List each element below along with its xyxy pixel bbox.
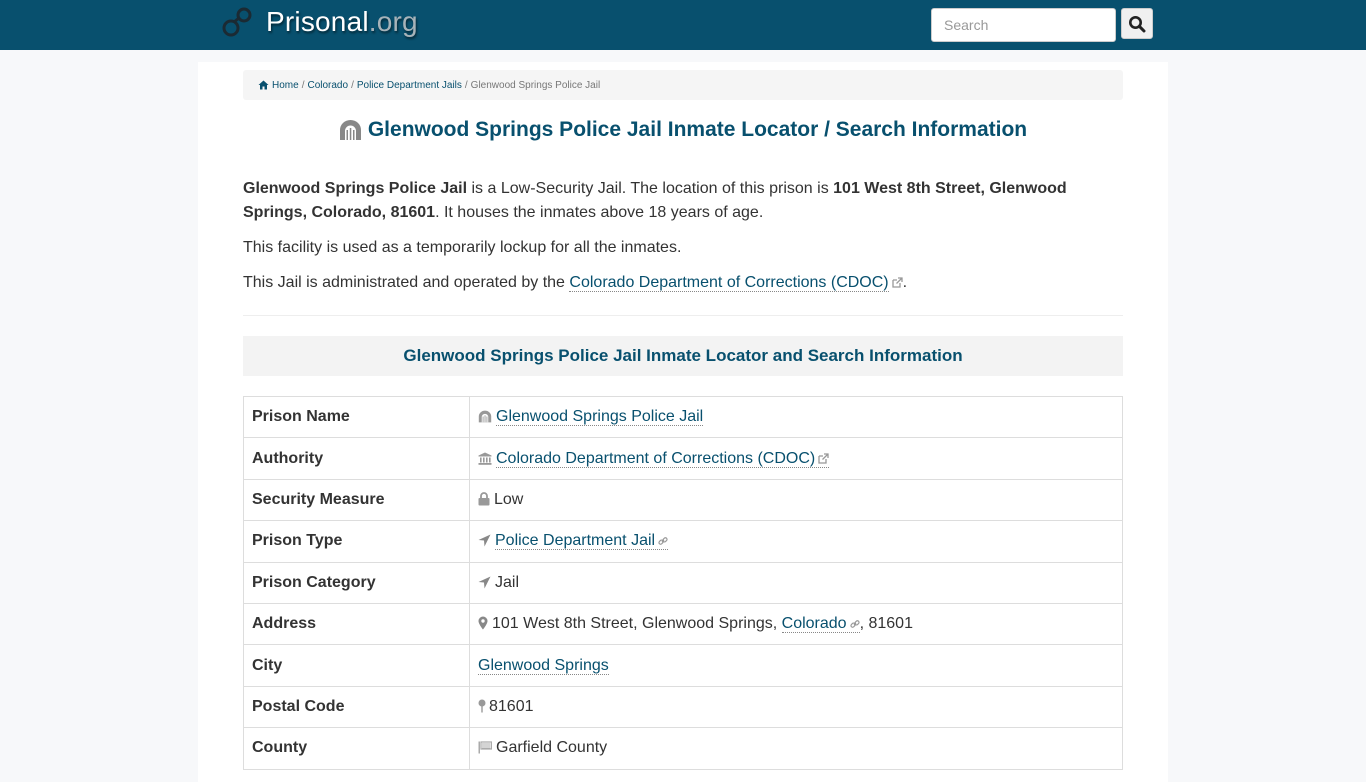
breadcrumb-home[interactable]: Home xyxy=(272,80,299,91)
search-input[interactable] xyxy=(931,8,1116,42)
location-arrow-icon xyxy=(478,576,491,589)
postal-code: 81601 xyxy=(489,697,534,715)
row-label: Postal Code xyxy=(243,685,470,729)
table-row: Prison Type Police Department Jail xyxy=(243,520,1123,563)
pushpin-icon xyxy=(478,699,486,713)
authority-table-link[interactable]: Colorado Department of Corrections (CDOC… xyxy=(496,449,830,468)
row-label: Prison Name xyxy=(243,395,470,439)
row-value: 101 West 8th Street, Glenwood Springs, C… xyxy=(469,602,1123,646)
breadcrumb-separator: / xyxy=(464,79,468,91)
state-link[interactable]: Colorado xyxy=(781,615,860,634)
table-row: Authority Colorado Department of Correct… xyxy=(243,437,1123,480)
institution-icon xyxy=(478,452,492,465)
intro-text-c: This Jail is administrated and operated … xyxy=(243,274,570,291)
site-logo-link[interactable]: Prisonal.org xyxy=(222,6,418,38)
prison-gate-icon xyxy=(339,120,361,140)
brand-name: Prisonal.org xyxy=(266,6,418,37)
security-level: Low xyxy=(494,490,524,508)
search-icon xyxy=(1129,15,1146,32)
row-value: Police Department Jail xyxy=(469,520,1123,563)
row-value: Colorado Department of Corrections (CDOC… xyxy=(469,437,1123,480)
row-label: Prison Type xyxy=(243,520,470,563)
table-row: Address 101 West 8th Street, Glenwood Sp… xyxy=(243,602,1123,646)
table-row: Security Measure Low xyxy=(243,478,1123,522)
location-arrow-icon xyxy=(478,534,491,547)
handcuffs-icon xyxy=(222,7,252,37)
table-row: Prison Category Jail xyxy=(243,561,1123,604)
prison-type-link[interactable]: Police Department Jail xyxy=(495,532,669,551)
facility-info-table: Prison Name Glenwood Springs Police Jail… xyxy=(243,395,1123,770)
divider xyxy=(243,315,1123,316)
table-row: City Glenwood Springs xyxy=(243,644,1123,687)
table-row: Postal Code 81601 xyxy=(243,685,1123,729)
authority-link[interactable]: Colorado Department of Corrections (CDOC… xyxy=(569,274,889,292)
breadcrumb-separator: / xyxy=(351,79,354,91)
flag-icon xyxy=(478,741,492,754)
row-value: Garfield County xyxy=(469,727,1123,770)
link-icon xyxy=(658,537,668,545)
row-label: Prison Category xyxy=(243,561,470,604)
breadcrumb-colorado[interactable]: Colorado xyxy=(307,80,348,91)
map-marker-icon xyxy=(478,616,488,630)
page-title: Glenwood Springs Police Jail Inmate Loca… xyxy=(243,118,1123,142)
intro-paragraph-3: This Jail is administrated and operated … xyxy=(243,271,1123,295)
home-icon xyxy=(258,80,269,90)
address-zip: , 81601 xyxy=(859,615,913,633)
section-heading: Glenwood Springs Police Jail Inmate Loca… xyxy=(243,336,1123,376)
table-row: Prison Name Glenwood Springs Police Jail xyxy=(243,395,1123,439)
intro-text: Glenwood Springs Police Jail is a Low-Se… xyxy=(243,177,1123,295)
intro-text-b: . It houses the inmates above 18 years o… xyxy=(435,204,764,221)
breadcrumb-current: Glenwood Springs Police Jail xyxy=(470,79,601,91)
prison-category: Jail xyxy=(495,573,520,591)
link-icon xyxy=(849,620,860,628)
intro-text-a: is a Low-Security Jail. The location of … xyxy=(467,180,834,197)
row-value: Jail xyxy=(469,561,1123,604)
address-street: 101 West 8th Street, Glenwood Springs, xyxy=(492,615,782,633)
city-link[interactable]: Glenwood Springs xyxy=(478,656,609,675)
authority-text: Colorado Department of Corrections (CDOC… xyxy=(496,449,816,467)
row-label: Address xyxy=(243,602,470,646)
facility-name-bold: Glenwood Springs Police Jail xyxy=(243,180,468,197)
row-value: Glenwood Springs xyxy=(469,644,1123,687)
prison-gate-icon xyxy=(478,410,492,423)
search-form xyxy=(931,8,1153,42)
row-value: Low xyxy=(469,478,1123,522)
intro-paragraph-1: Glenwood Springs Police Jail is a Low-Se… xyxy=(243,177,1123,225)
external-link-icon xyxy=(891,277,903,288)
table-row: County Garfield County xyxy=(243,727,1123,770)
breadcrumb-police-department-jails[interactable]: Police Department Jails xyxy=(357,80,462,91)
page-title-text: Glenwood Springs Police Jail Inmate Loca… xyxy=(367,118,1028,141)
row-value: Glenwood Springs Police Jail xyxy=(469,395,1123,439)
search-button[interactable] xyxy=(1121,8,1153,39)
top-navbar: Prisonal.org xyxy=(0,0,1366,50)
breadcrumb: Home / Colorado / Police Department Jail… xyxy=(243,70,1123,100)
intro-end-punct: . xyxy=(902,274,908,291)
row-label: City xyxy=(243,644,470,687)
prison-type-text: Police Department Jail xyxy=(495,532,656,550)
intro-paragraph-2: This facility is used as a temporarily l… xyxy=(243,239,682,256)
county: Garfield County xyxy=(496,739,608,757)
state-text: Colorado xyxy=(781,615,847,633)
row-value: 81601 xyxy=(469,685,1123,729)
main-content: Home / Colorado / Police Department Jail… xyxy=(198,62,1168,782)
external-link-icon xyxy=(818,453,829,464)
breadcrumb-separator: / xyxy=(301,79,305,91)
prison-name-link[interactable]: Glenwood Springs Police Jail xyxy=(496,408,704,427)
row-label: Authority xyxy=(243,437,470,480)
row-label: Security Measure xyxy=(243,478,470,522)
lock-icon xyxy=(478,492,490,506)
row-label: County xyxy=(243,727,470,770)
